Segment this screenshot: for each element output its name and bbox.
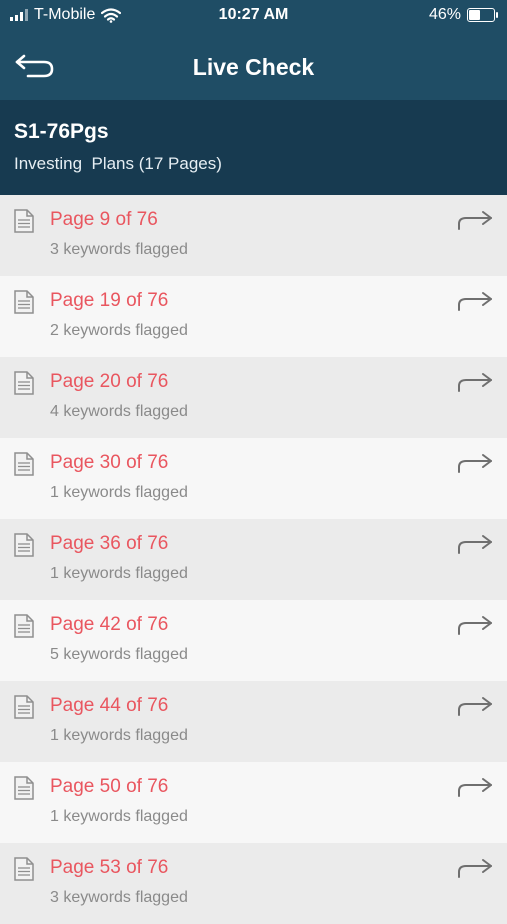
status-bar: T-Mobile 10:27 AM 46% (0, 0, 507, 32)
page-number-label: Page 9 of 76 (50, 209, 158, 230)
forward-arrow-icon (458, 859, 492, 878)
document-header: S1-76Pgs Investing Plans (17 Pages) (0, 100, 507, 195)
list-item[interactable]: Page 30 of 76 1 keywords flagged (0, 438, 507, 519)
page-number-label: Page 20 of 76 (50, 371, 169, 392)
keywords-flagged-count: 3 keywords flagged (50, 889, 188, 906)
forward-arrow-icon (458, 211, 492, 230)
keywords-flagged-count: 3 keywords flagged (50, 241, 188, 258)
document-icon (14, 857, 34, 881)
forward-arrow-icon (458, 778, 492, 797)
list-item[interactable]: Page 44 of 76 1 keywords flagged (0, 681, 507, 762)
list-item[interactable]: Page 42 of 76 5 keywords flagged (0, 600, 507, 681)
document-icon (14, 290, 34, 314)
forward-arrow-icon (458, 292, 492, 311)
document-icon (14, 695, 34, 719)
keywords-flagged-count: 4 keywords flagged (50, 403, 188, 420)
forward-arrow-icon (458, 454, 492, 473)
page-number-label: Page 44 of 76 (50, 695, 169, 716)
forward-arrow-icon (458, 616, 492, 635)
list-item[interactable]: Page 53 of 76 3 keywords flagged (0, 843, 507, 924)
page-number-label: Page 50 of 76 (50, 776, 169, 797)
forward-arrow-icon (458, 697, 492, 716)
list-item[interactable]: Page 9 of 76 3 keywords flagged (0, 195, 507, 276)
forward-arrow-icon (458, 373, 492, 392)
battery-level (469, 10, 480, 20)
keywords-flagged-count: 1 keywords flagged (50, 808, 188, 825)
list-item[interactable]: Page 20 of 76 4 keywords flagged (0, 357, 507, 438)
list-item[interactable]: Page 36 of 76 1 keywords flagged (0, 519, 507, 600)
page-number-label: Page 19 of 76 (50, 290, 169, 311)
document-subtitle: Investing Plans (17 Pages) (14, 154, 222, 173)
document-icon (14, 776, 34, 800)
page-number-label: Page 30 of 76 (50, 452, 169, 473)
page-number-label: Page 53 of 76 (50, 857, 169, 878)
page-number-label: Page 36 of 76 (50, 533, 169, 554)
document-icon (14, 533, 34, 557)
keywords-flagged-count: 2 keywords flagged (50, 322, 188, 339)
status-right: 46% (428, 6, 498, 24)
keywords-flagged-count: 1 keywords flagged (50, 565, 188, 582)
page-title: Live Check (192, 54, 315, 80)
keywords-flagged-count: 1 keywords flagged (50, 727, 188, 744)
keywords-flagged-count: 5 keywords flagged (50, 646, 188, 663)
page-number-label: Page 42 of 76 (50, 614, 169, 635)
document-icon (14, 209, 34, 233)
forward-arrow-icon (458, 535, 492, 554)
list-item[interactable]: Page 19 of 76 2 keywords flagged (0, 276, 507, 357)
battery-icon (467, 8, 498, 22)
battery-percent: 46% (428, 6, 461, 23)
keywords-flagged-count: 1 keywords flagged (50, 484, 188, 501)
document-icon (14, 371, 34, 395)
document-icon (14, 452, 34, 476)
flagged-pages-list: Page 9 of 76 3 keywords flagged Page 19 of… (0, 195, 507, 924)
list-item[interactable]: Page 50 of 76 1 keywords flagged (0, 762, 507, 843)
document-icon (14, 614, 34, 638)
document-title: S1-76Pgs (14, 120, 109, 143)
nav-bar: Live Check (0, 32, 507, 100)
